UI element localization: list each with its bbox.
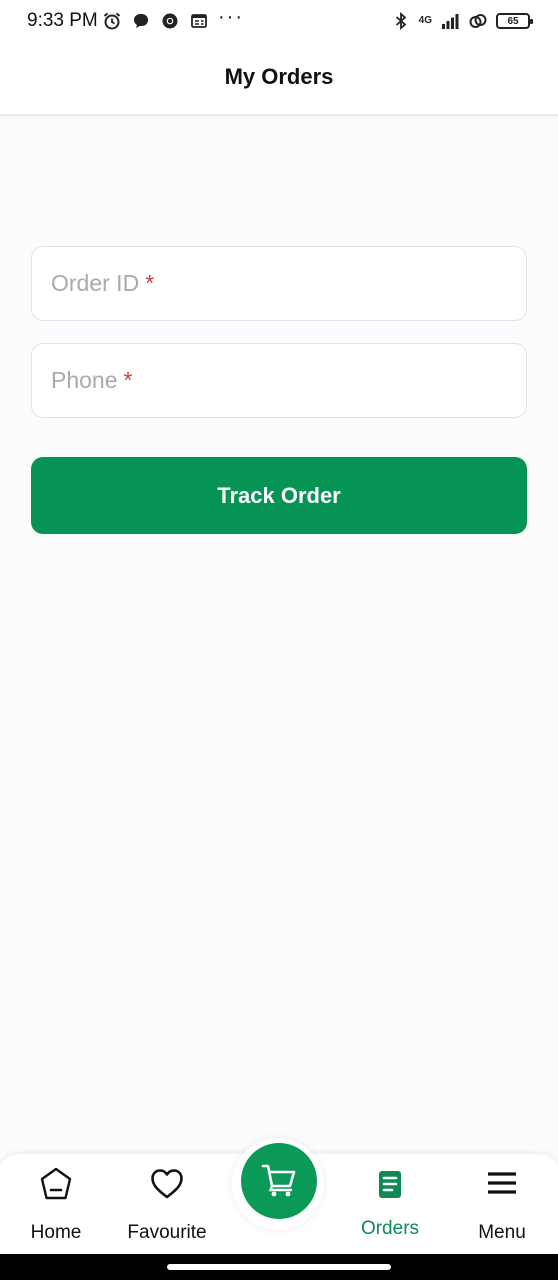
phone-placeholder-text: Phone xyxy=(51,367,118,393)
battery-level: 65 xyxy=(507,15,519,27)
news-icon xyxy=(191,14,207,28)
status-bar: 9:33 PM ··· 4G 65 xyxy=(0,0,558,42)
bluetooth-icon xyxy=(395,12,407,30)
orders-document-icon xyxy=(379,1171,401,1198)
battery-icon: 65 xyxy=(496,13,533,29)
track-order-button[interactable]: Track Order xyxy=(31,457,527,534)
sync-icon xyxy=(469,14,487,28)
phone-placeholder: Phone * xyxy=(51,367,132,394)
required-asterisk: * xyxy=(145,270,155,296)
network-type: 4G xyxy=(418,15,432,26)
nav-label-favourite: Favourite xyxy=(127,1222,207,1243)
cart-button-circle xyxy=(241,1143,317,1219)
nav-item-menu[interactable]: Menu xyxy=(447,1154,557,1254)
chat-bubble-icon xyxy=(134,14,148,28)
page-title: My Orders xyxy=(224,64,334,89)
heart-icon xyxy=(151,1169,183,1199)
app-bar: My Orders xyxy=(0,42,558,116)
order-id-field[interactable]: Order ID * xyxy=(31,246,527,321)
status-left-icons: ··· xyxy=(102,6,244,33)
cart-button[interactable] xyxy=(232,1138,324,1230)
cart-icon xyxy=(261,1164,296,1197)
nav-item-orders[interactable]: Orders xyxy=(335,1154,445,1254)
order-id-placeholder: Order ID * xyxy=(51,270,154,297)
nav-item-favourite[interactable]: Favourite xyxy=(112,1154,222,1254)
home-icon xyxy=(40,1167,72,1200)
signal-icon xyxy=(442,14,459,29)
nav-label-menu: Menu xyxy=(478,1222,526,1243)
hamburger-menu-icon xyxy=(488,1172,516,1194)
status-more: ··· xyxy=(218,6,244,28)
status-time: 9:33 PM xyxy=(27,10,98,31)
home-indicator[interactable] xyxy=(167,1264,391,1270)
nav-item-home[interactable]: Home xyxy=(1,1154,111,1254)
order-id-placeholder-text: Order ID xyxy=(51,270,140,296)
status-right-icons: 4G 65 xyxy=(391,9,533,33)
nav-label-home: Home xyxy=(30,1222,82,1243)
nav-label-orders: Orders xyxy=(360,1218,420,1239)
required-asterisk: * xyxy=(123,367,133,393)
phone-field[interactable]: Phone * xyxy=(31,343,527,418)
system-nav-bar xyxy=(0,1254,558,1280)
chrome-icon xyxy=(162,13,178,29)
alarm-icon xyxy=(103,12,121,30)
